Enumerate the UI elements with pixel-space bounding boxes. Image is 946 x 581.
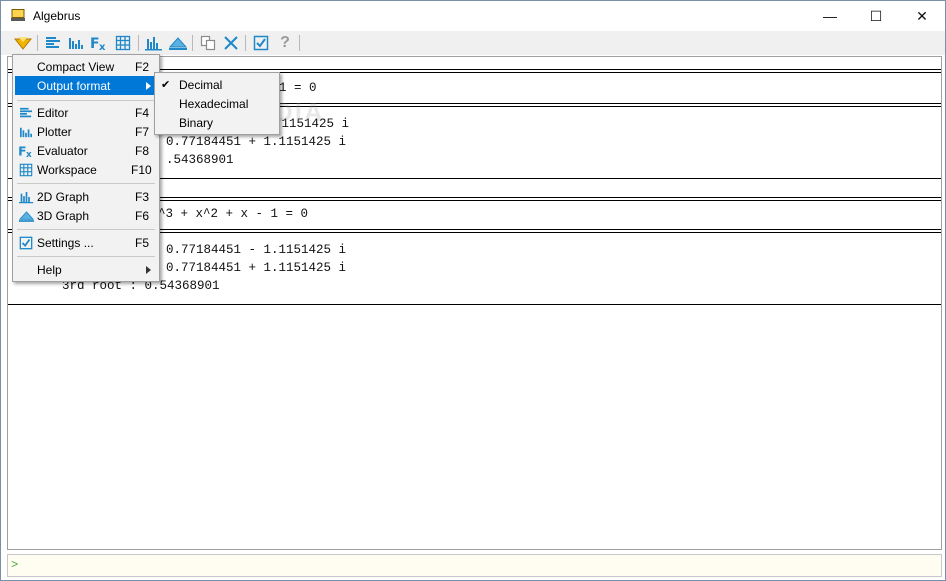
output-root-line: 0.77184451 + 1.1151425 i: [166, 261, 347, 275]
svg-text:x: x: [99, 42, 106, 51]
menu-separator: [17, 256, 155, 257]
menu-item-plotter[interactable]: Plotter F7: [15, 122, 157, 141]
menu-item-shortcut: F8: [135, 144, 150, 158]
help-icon: ?: [280, 34, 290, 51]
menu-icon: [14, 37, 32, 50]
menu-item-shortcut: F6: [135, 209, 150, 223]
menu-item-label: 2D Graph: [37, 190, 90, 204]
output-equation: ^3 + x^2 + x - 1 = 0: [158, 207, 309, 221]
menu-item-editor[interactable]: Editor F4: [15, 103, 157, 122]
maximize-icon: ☐: [869, 7, 883, 24]
submenu-item-hexadecimal[interactable]: Hexadecimal: [157, 94, 277, 113]
toolbar-separator: [37, 35, 38, 51]
menu-separator: [17, 229, 155, 230]
submenu-arrow-icon: [146, 266, 151, 274]
maximize-button[interactable]: ☐: [853, 1, 899, 31]
output-root-line: 0.77184451 - 1.1151425 i: [166, 243, 347, 257]
main-menu: Compact View F2 Output format Editor F4 …: [12, 54, 160, 282]
menu-item-label: Evaluator: [37, 144, 88, 158]
graph-3d-icon: [18, 208, 34, 224]
graph-2d-icon: [18, 189, 34, 205]
graph-2d-button[interactable]: [145, 34, 163, 52]
minimize-button[interactable]: —: [807, 1, 853, 31]
menu-item-label: Plotter: [37, 125, 72, 139]
settings-button[interactable]: [252, 34, 270, 52]
help-button[interactable]: ?: [276, 34, 294, 52]
title-bar: Algebrus — ☐ ✕: [1, 1, 945, 31]
window-title: Algebrus: [33, 9, 81, 23]
menu-item-shortcut: F10: [131, 163, 152, 177]
menu-item-compact-view[interactable]: Compact View F2: [15, 57, 157, 76]
editor-icon: [46, 37, 60, 48]
svg-text:x: x: [26, 150, 32, 158]
menu-item-2d-graph[interactable]: 2D Graph F3: [15, 187, 157, 206]
close-button[interactable]: ✕: [899, 1, 945, 31]
menu-item-label: Workspace: [37, 163, 97, 177]
menu-item-label: Compact View: [37, 60, 115, 74]
menu-item-3d-graph[interactable]: 3D Graph F6: [15, 206, 157, 225]
editor-button[interactable]: [44, 34, 62, 52]
menu-item-label: Output format: [37, 79, 111, 93]
workspace-icon: [18, 162, 34, 178]
menu-item-help[interactable]: Help: [15, 260, 157, 279]
menu-item-label: 3D Graph: [37, 209, 90, 223]
clear-icon: [224, 36, 238, 50]
close-icon: ✕: [916, 7, 928, 24]
graph-3d-icon: [169, 37, 187, 50]
output-root-line: .54368901: [166, 153, 234, 167]
graph-3d-button[interactable]: [169, 34, 187, 52]
toolbar-separator: [192, 35, 193, 51]
submenu-item-label: Hexadecimal: [179, 97, 249, 111]
evaluator-button[interactable]: F x: [90, 34, 108, 52]
menu-item-workspace[interactable]: Workspace F10: [15, 160, 157, 179]
plotter-button[interactable]: [67, 34, 85, 52]
workspace-button[interactable]: [114, 34, 132, 52]
command-input[interactable]: >: [7, 554, 942, 577]
toolbar-separator: [138, 35, 139, 51]
app-icon: [11, 9, 25, 21]
toolbar: F x ?: [1, 31, 945, 55]
plotter-icon: [69, 38, 83, 49]
minimize-icon: —: [823, 8, 837, 24]
evaluator-icon: Fx: [18, 143, 34, 159]
menu-item-evaluator[interactable]: Fx Evaluator F8: [15, 141, 157, 160]
editor-icon: [18, 105, 34, 121]
toolbar-separator: [245, 35, 246, 51]
submenu-item-binary[interactable]: Binary: [157, 113, 277, 132]
divider-single: [8, 304, 941, 305]
copy-button[interactable]: [199, 34, 217, 52]
submenu-item-label: Decimal: [179, 78, 223, 92]
output-equation: 1 = 0: [279, 81, 317, 95]
settings-icon: [253, 35, 269, 51]
settings-icon: [18, 235, 34, 251]
menu-item-label: Help: [37, 263, 62, 277]
menu-button[interactable]: [14, 34, 32, 52]
toolbar-separator: [299, 35, 300, 51]
menu-item-label: Editor: [37, 106, 69, 120]
menu-item-settings[interactable]: Settings ... F5: [15, 233, 157, 252]
menu-item-output-format[interactable]: Output format: [15, 76, 157, 95]
submenu-item-label: Binary: [179, 116, 214, 130]
workspace-icon: [115, 35, 131, 51]
output-root-line: 0.77184451 + 1.1151425 i: [166, 135, 347, 149]
menu-item-shortcut: F3: [135, 190, 150, 204]
graph-2d-icon: [145, 37, 162, 51]
check-icon: ✔: [161, 79, 171, 91]
menu-item-shortcut: F2: [135, 60, 150, 74]
menu-separator: [17, 183, 155, 184]
menu-item-shortcut: F5: [135, 236, 150, 250]
clear-button[interactable]: [222, 34, 240, 52]
menu-item-shortcut: F4: [135, 106, 150, 120]
submenu-item-decimal[interactable]: ✔ Decimal: [157, 75, 277, 94]
plotter-icon: [18, 124, 34, 140]
menu-item-shortcut: F7: [135, 125, 150, 139]
menu-item-label: Settings ...: [37, 236, 94, 250]
menu-separator: [17, 100, 155, 101]
evaluator-icon: F x: [90, 36, 106, 51]
input-prompt: >: [11, 558, 19, 572]
output-format-submenu: ✔ Decimal Hexadecimal Binary: [154, 72, 280, 135]
copy-icon: [200, 35, 216, 51]
submenu-arrow-icon: [146, 82, 151, 90]
